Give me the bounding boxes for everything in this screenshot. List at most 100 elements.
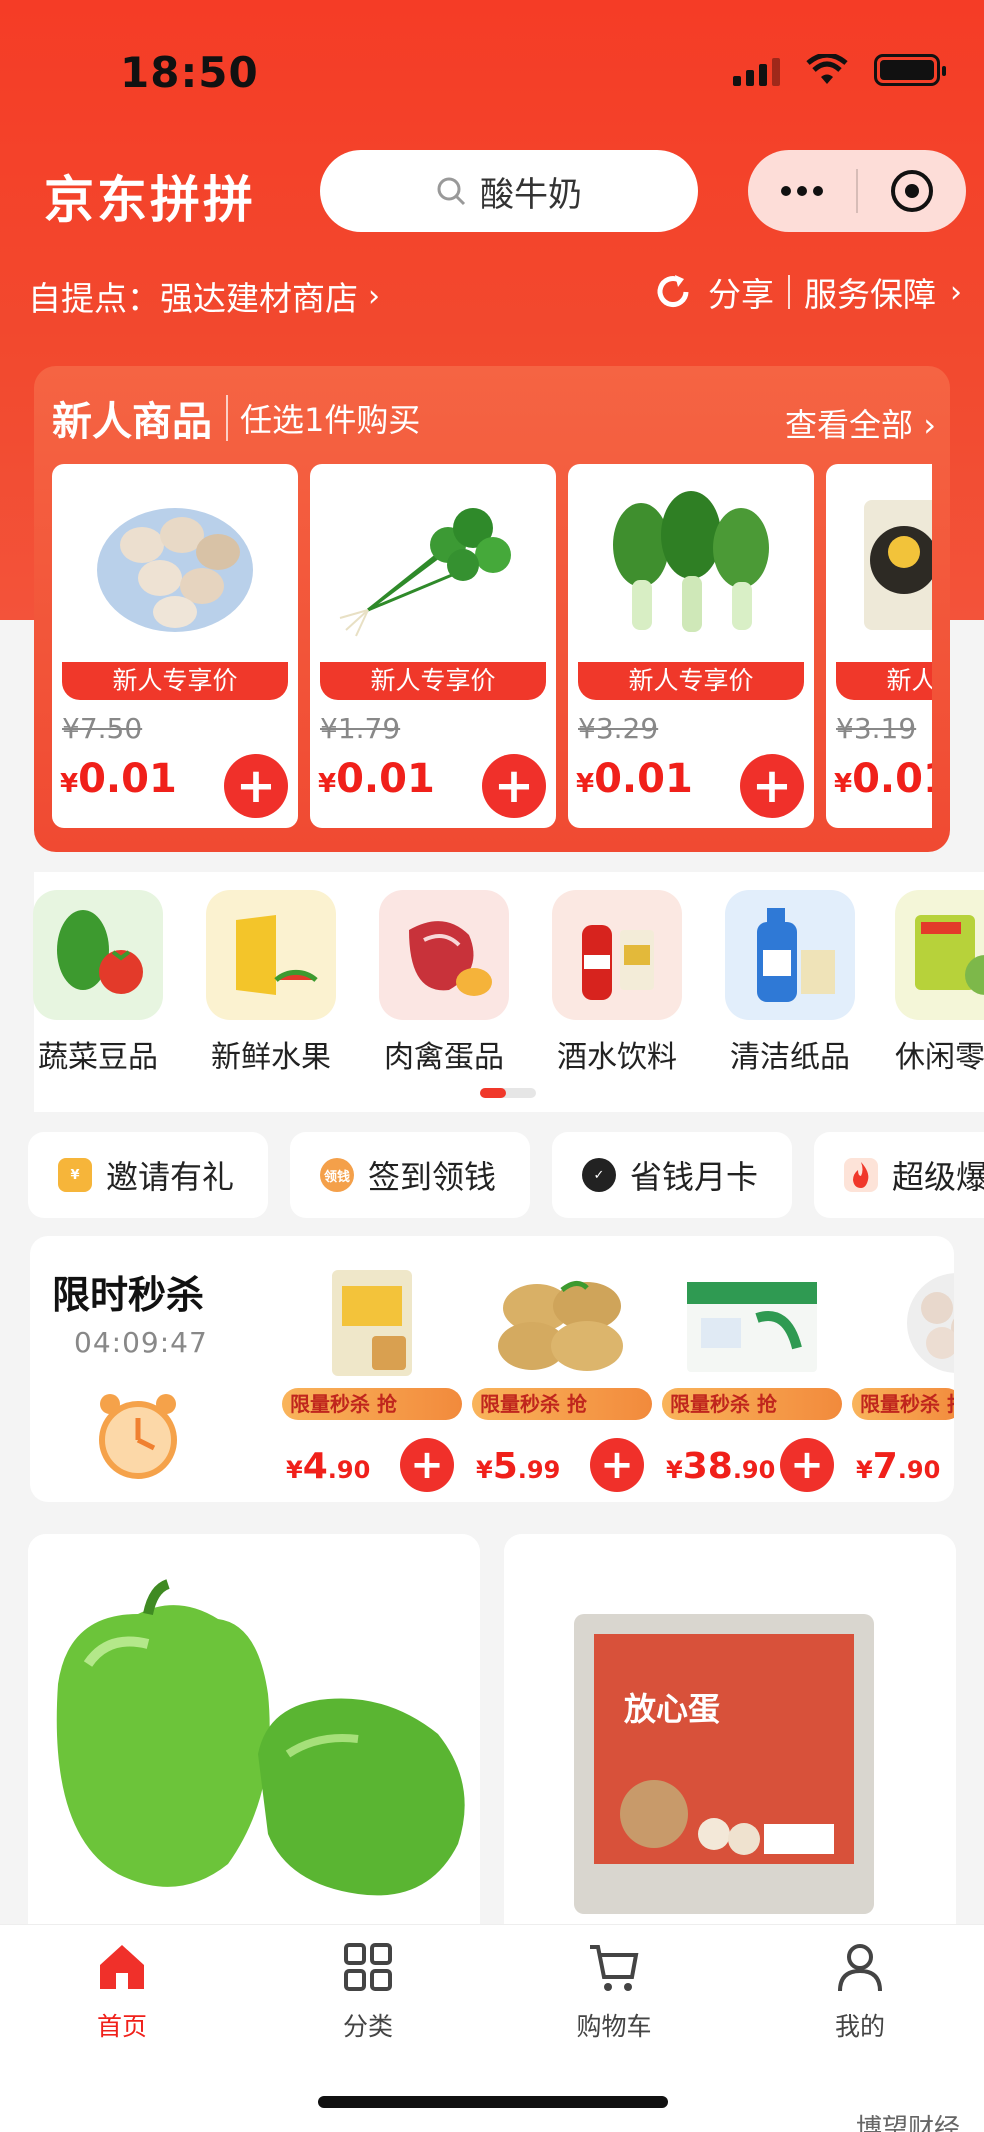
app-brand: 京东拼拼 (44, 171, 256, 229)
close-button[interactable] (858, 150, 966, 232)
signal-icon (733, 56, 780, 86)
add-to-cart-button[interactable]: + (400, 1438, 454, 1492)
price-tag: 新人专享价 (320, 662, 546, 700)
flash-tag: 限量秒杀 抢 (282, 1388, 462, 1420)
original-price: ¥1.79 (320, 712, 401, 745)
sale-price: ¥0.01 (576, 756, 693, 802)
coin-icon: 领钱 (320, 1158, 354, 1192)
sale-price: ¥0.01 (834, 756, 932, 802)
flash-item[interactable]: 限量秒杀 抢 ¥4.90 + (282, 1266, 462, 1496)
tab-cart[interactable]: 购物车 (524, 1939, 704, 2043)
card-icon: ✓ (582, 1158, 616, 1192)
flash-item[interactable]: 限量秒杀 抢 ¥7.90 (852, 1266, 954, 1496)
milk-box-image (672, 1266, 832, 1380)
pickup-point[interactable]: 自提点：强达建材商店 › (28, 272, 380, 320)
alarm-clock-icon (99, 1394, 177, 1479)
fire-icon (844, 1158, 878, 1192)
close-target-icon (891, 170, 933, 212)
add-to-cart-button[interactable]: + (482, 754, 546, 818)
category-cleaning-paper[interactable]: 清洁纸品 (722, 890, 858, 1076)
fruit-icon (206, 890, 336, 1020)
more-button[interactable] (748, 150, 856, 232)
new-user-section: 新人商品 任选1件购买 查看全部 › 新人专享价 ¥7.50 ¥0.01 + 新… (34, 366, 950, 852)
price-tag: 新人专享价 (578, 662, 804, 700)
home-icon (100, 1945, 144, 1989)
add-to-cart-button[interactable]: + (740, 754, 804, 818)
search-placeholder: 酸牛奶 (480, 174, 582, 215)
flash-tag: 限量秒杀 抢 (662, 1388, 842, 1420)
super-deal-button[interactable]: 超级爆 (814, 1132, 984, 1218)
grid-icon (344, 1943, 392, 1991)
sale-price: ¥0.01 (318, 756, 435, 802)
egg-box-label: 放心蛋 (624, 1690, 721, 1728)
category-snacks[interactable]: 休闲零 (895, 890, 984, 1076)
add-to-cart-button[interactable]: + (780, 1438, 834, 1492)
flash-sale-section[interactable]: 限时秒杀 04:09:47 限量秒杀 抢 ¥4.90 + 限量秒杀 抢 ¥5.9… (30, 1236, 954, 1502)
drinks-icon (552, 890, 682, 1020)
eggs-image (64, 476, 286, 654)
price-tag: 新人专享价 (836, 662, 932, 700)
product-tile[interactable] (28, 1534, 480, 1934)
price-tag: 新人专享价 (62, 662, 288, 700)
status-time: 18:50 (120, 48, 259, 97)
cart-icon (590, 1945, 639, 1991)
home-indicator (318, 2096, 668, 2108)
tab-category[interactable]: 分类 (278, 1939, 458, 2043)
product-card[interactable]: 新人专享价 ¥7.50 ¥0.01 + (52, 464, 298, 828)
green-pepper-image (28, 1534, 480, 1934)
tab-home[interactable]: 首页 (32, 1939, 212, 2043)
checkin-button[interactable]: 领钱 签到领钱 (290, 1132, 530, 1218)
flash-price: ¥38.90 (666, 1446, 776, 1487)
view-all-link[interactable]: 查看全部 › (785, 400, 936, 446)
service-link[interactable]: 服务保障 (804, 268, 936, 316)
category-fruit[interactable]: 新鲜水果 (203, 890, 339, 1076)
vegetables-icon (33, 890, 163, 1020)
original-price: ¥3.19 (836, 712, 917, 745)
bok-choy-image (580, 476, 802, 654)
original-price: ¥3.29 (578, 712, 659, 745)
coupon-icon: ¥ (58, 1158, 92, 1192)
flash-sale-title: 限时秒杀 (52, 1273, 205, 1317)
quick-entries: ¥ 邀请有礼 领钱 签到领钱 ✓ 省钱月卡 超级爆 (28, 1132, 984, 1218)
category-pager (480, 1088, 536, 1098)
share-link[interactable]: 分享 (708, 268, 774, 316)
flash-tag: 限量秒杀 抢 (472, 1388, 652, 1420)
section-subtitle: 任选1件购买 (226, 395, 420, 441)
chevron-right-icon: › (368, 278, 380, 314)
packaged-food-image (838, 476, 932, 654)
more-icon (781, 186, 823, 196)
search-bar[interactable]: 酸牛奶 (320, 150, 698, 232)
egg-box-image (504, 1534, 956, 1934)
product-card[interactable]: 新人专享价 ¥3.29 ¥0.01 + (568, 464, 814, 828)
divider (788, 275, 790, 309)
flash-price: ¥7.90 (856, 1446, 941, 1487)
flash-tag: 限量秒杀 抢 (852, 1388, 954, 1420)
flash-price: ¥5.99 (476, 1446, 561, 1487)
snacks-icon (895, 890, 984, 1020)
chevron-right-icon: › (950, 274, 962, 310)
meat-icon (379, 890, 509, 1020)
product-tile[interactable]: 放心蛋 (504, 1534, 956, 1934)
battery-icon (874, 54, 946, 86)
flash-item[interactable]: 限量秒杀 抢 ¥5.99 + (472, 1266, 652, 1496)
cilantro-image (322, 476, 544, 654)
category-vegetables[interactable]: 蔬菜豆品 (30, 890, 166, 1076)
product-card[interactable]: 新人专享价 ¥3.19 ¥0.01 (826, 464, 932, 828)
wifi-icon (806, 54, 848, 84)
add-to-cart-button[interactable]: + (590, 1438, 644, 1492)
flash-item[interactable]: 限量秒杀 抢 ¥38.90 + (662, 1266, 842, 1496)
rice-cracker-image (292, 1266, 452, 1380)
invite-gift-button[interactable]: ¥ 邀请有礼 (28, 1132, 268, 1218)
refresh-share-icon (657, 275, 689, 308)
category-meat-eggs[interactable]: 肉禽蛋品 (376, 890, 512, 1076)
monthly-card-button[interactable]: ✓ 省钱月卡 (552, 1132, 792, 1218)
dumpling-image (852, 1266, 954, 1380)
tab-mine[interactable]: 我的 (770, 1939, 950, 2043)
product-card[interactable]: 新人专享价 ¥1.79 ¥0.01 + (310, 464, 556, 828)
countdown-timer: 04:09:47 (74, 1326, 208, 1359)
user-icon (838, 1944, 882, 1992)
category-drinks[interactable]: 酒水饮料 (549, 890, 685, 1076)
add-to-cart-button[interactable]: + (224, 754, 288, 818)
watermark: 博望财经 (855, 2114, 960, 2132)
pickup-label: 自提点：强达建材商店 (28, 279, 358, 318)
